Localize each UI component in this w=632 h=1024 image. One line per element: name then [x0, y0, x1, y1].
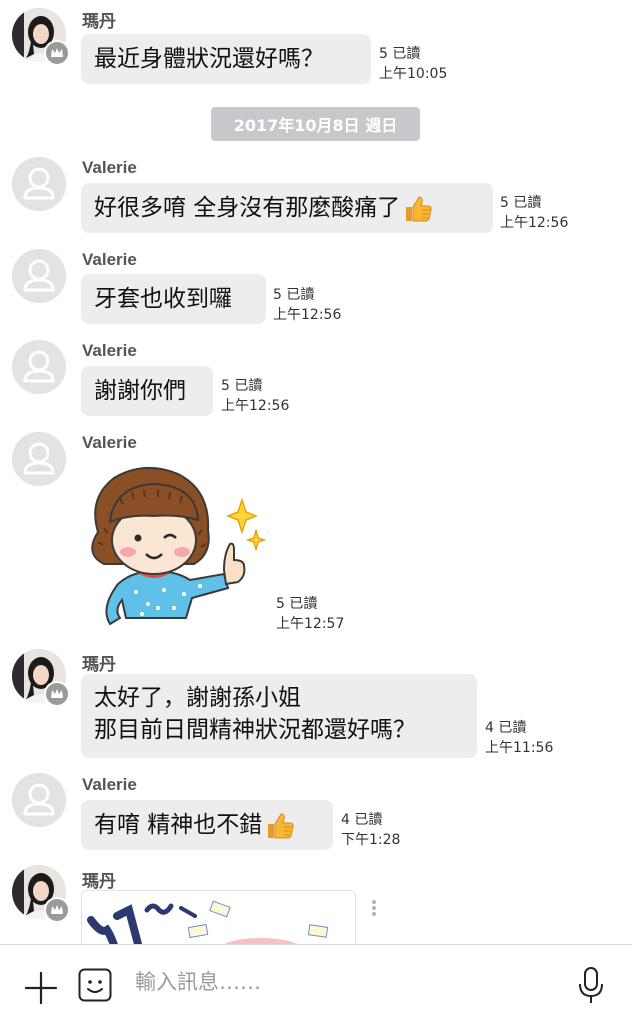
message-meta: 5 已讀 上午10:05	[379, 44, 447, 84]
user-avatar-valerie[interactable]	[12, 432, 66, 486]
message-bubble[interactable]: 謝謝你們	[81, 366, 213, 416]
default-user-icon	[12, 773, 66, 827]
date-separator: 2017年10月8日 週日	[211, 107, 420, 141]
timestamp: 上午12:56	[500, 215, 569, 231]
more-options-icon[interactable]	[370, 898, 378, 922]
default-user-icon	[12, 157, 66, 211]
message-meta: 5 已讀 上午12:56	[221, 376, 289, 416]
sender-name: Valerie	[82, 158, 137, 177]
message-bubble[interactable]: 最近身體狀況還好嗎？	[81, 34, 371, 84]
crown-icon	[44, 897, 70, 923]
user-avatar-madan[interactable]	[12, 8, 70, 66]
sender-name: Valerie	[82, 775, 137, 794]
read-receipt: 5 已讀	[500, 195, 542, 211]
thumbs-up-emoji	[406, 195, 433, 221]
default-user-icon	[12, 340, 66, 394]
timestamp: 下午1:28	[341, 832, 401, 848]
user-avatar-valerie[interactable]	[12, 249, 66, 303]
shared-image-message[interactable]	[81, 890, 356, 944]
timestamp: 上午10:05	[379, 66, 448, 82]
message-meta: 5 已讀 上午12:56	[500, 193, 568, 233]
user-avatar-valerie[interactable]	[12, 773, 66, 827]
message-meta: 5 已讀 上午12:57	[276, 594, 344, 634]
message-meta: 4 已讀 上午11:56	[485, 718, 553, 758]
sender-name: Valerie	[82, 433, 137, 452]
read-receipt: 5 已讀	[273, 287, 315, 303]
timestamp: 上午11:56	[485, 740, 554, 756]
message-text: 好很多唷 全身沒有那麼酸痛了	[94, 195, 401, 221]
girl-thumbs-up-sticker[interactable]	[74, 458, 270, 634]
message-text: 有唷 精神也不錯	[94, 812, 263, 838]
sender-name: 瑪丹	[82, 655, 116, 674]
thumbs-up-emoji	[268, 812, 295, 838]
message-bubble[interactable]: 牙套也收到囉	[81, 274, 266, 324]
crown-icon	[44, 40, 70, 66]
message-text-line: 太好了，謝謝孫小姐	[94, 685, 301, 711]
read-receipt: 4 已讀	[485, 720, 527, 736]
timestamp: 上午12:56	[273, 307, 342, 323]
user-avatar-valerie[interactable]	[12, 340, 66, 394]
sender-name: Valerie	[82, 341, 137, 360]
message-text-line: 那目前日間精神狀況都還好嗎？	[94, 717, 416, 743]
default-user-icon	[12, 432, 66, 486]
microphone-icon[interactable]	[575, 965, 607, 1005]
emoji-icon[interactable]	[78, 968, 112, 1002]
chat-history[interactable]: 瑪丹 最近身體狀況還好嗎？ 5 已讀 上午10:05 2017年10月8日 週日…	[0, 0, 632, 944]
read-receipt: 5 已讀	[221, 378, 263, 394]
default-user-icon	[12, 249, 66, 303]
read-receipt: 5 已讀	[276, 596, 318, 612]
crown-icon	[44, 681, 70, 707]
read-receipt: 5 已讀	[379, 46, 421, 62]
message-meta: 5 已讀 上午12:56	[273, 285, 341, 325]
user-avatar-valerie[interactable]	[12, 157, 66, 211]
user-avatar-madan[interactable]	[12, 649, 70, 707]
read-receipt: 4 已讀	[341, 812, 383, 828]
message-input[interactable]: 輸入訊息……	[135, 966, 261, 996]
message-bubble[interactable]: 太好了，謝謝孫小姐 那目前日間精神狀況都還好嗎？	[81, 674, 477, 758]
message-bubble[interactable]: 好很多唷 全身沒有那麼酸痛了	[81, 183, 493, 233]
sender-name: Valerie	[82, 250, 137, 269]
sender-name: 瑪丹	[82, 12, 116, 31]
sender-name: 瑪丹	[82, 872, 116, 891]
plus-icon[interactable]	[23, 970, 59, 1006]
user-avatar-madan[interactable]	[12, 865, 70, 923]
timestamp: 上午12:56	[221, 398, 290, 414]
message-meta: 4 已讀 下午1:28	[341, 810, 400, 850]
timestamp: 上午12:57	[276, 616, 345, 632]
message-bubble[interactable]: 有唷 精神也不錯	[81, 800, 333, 850]
